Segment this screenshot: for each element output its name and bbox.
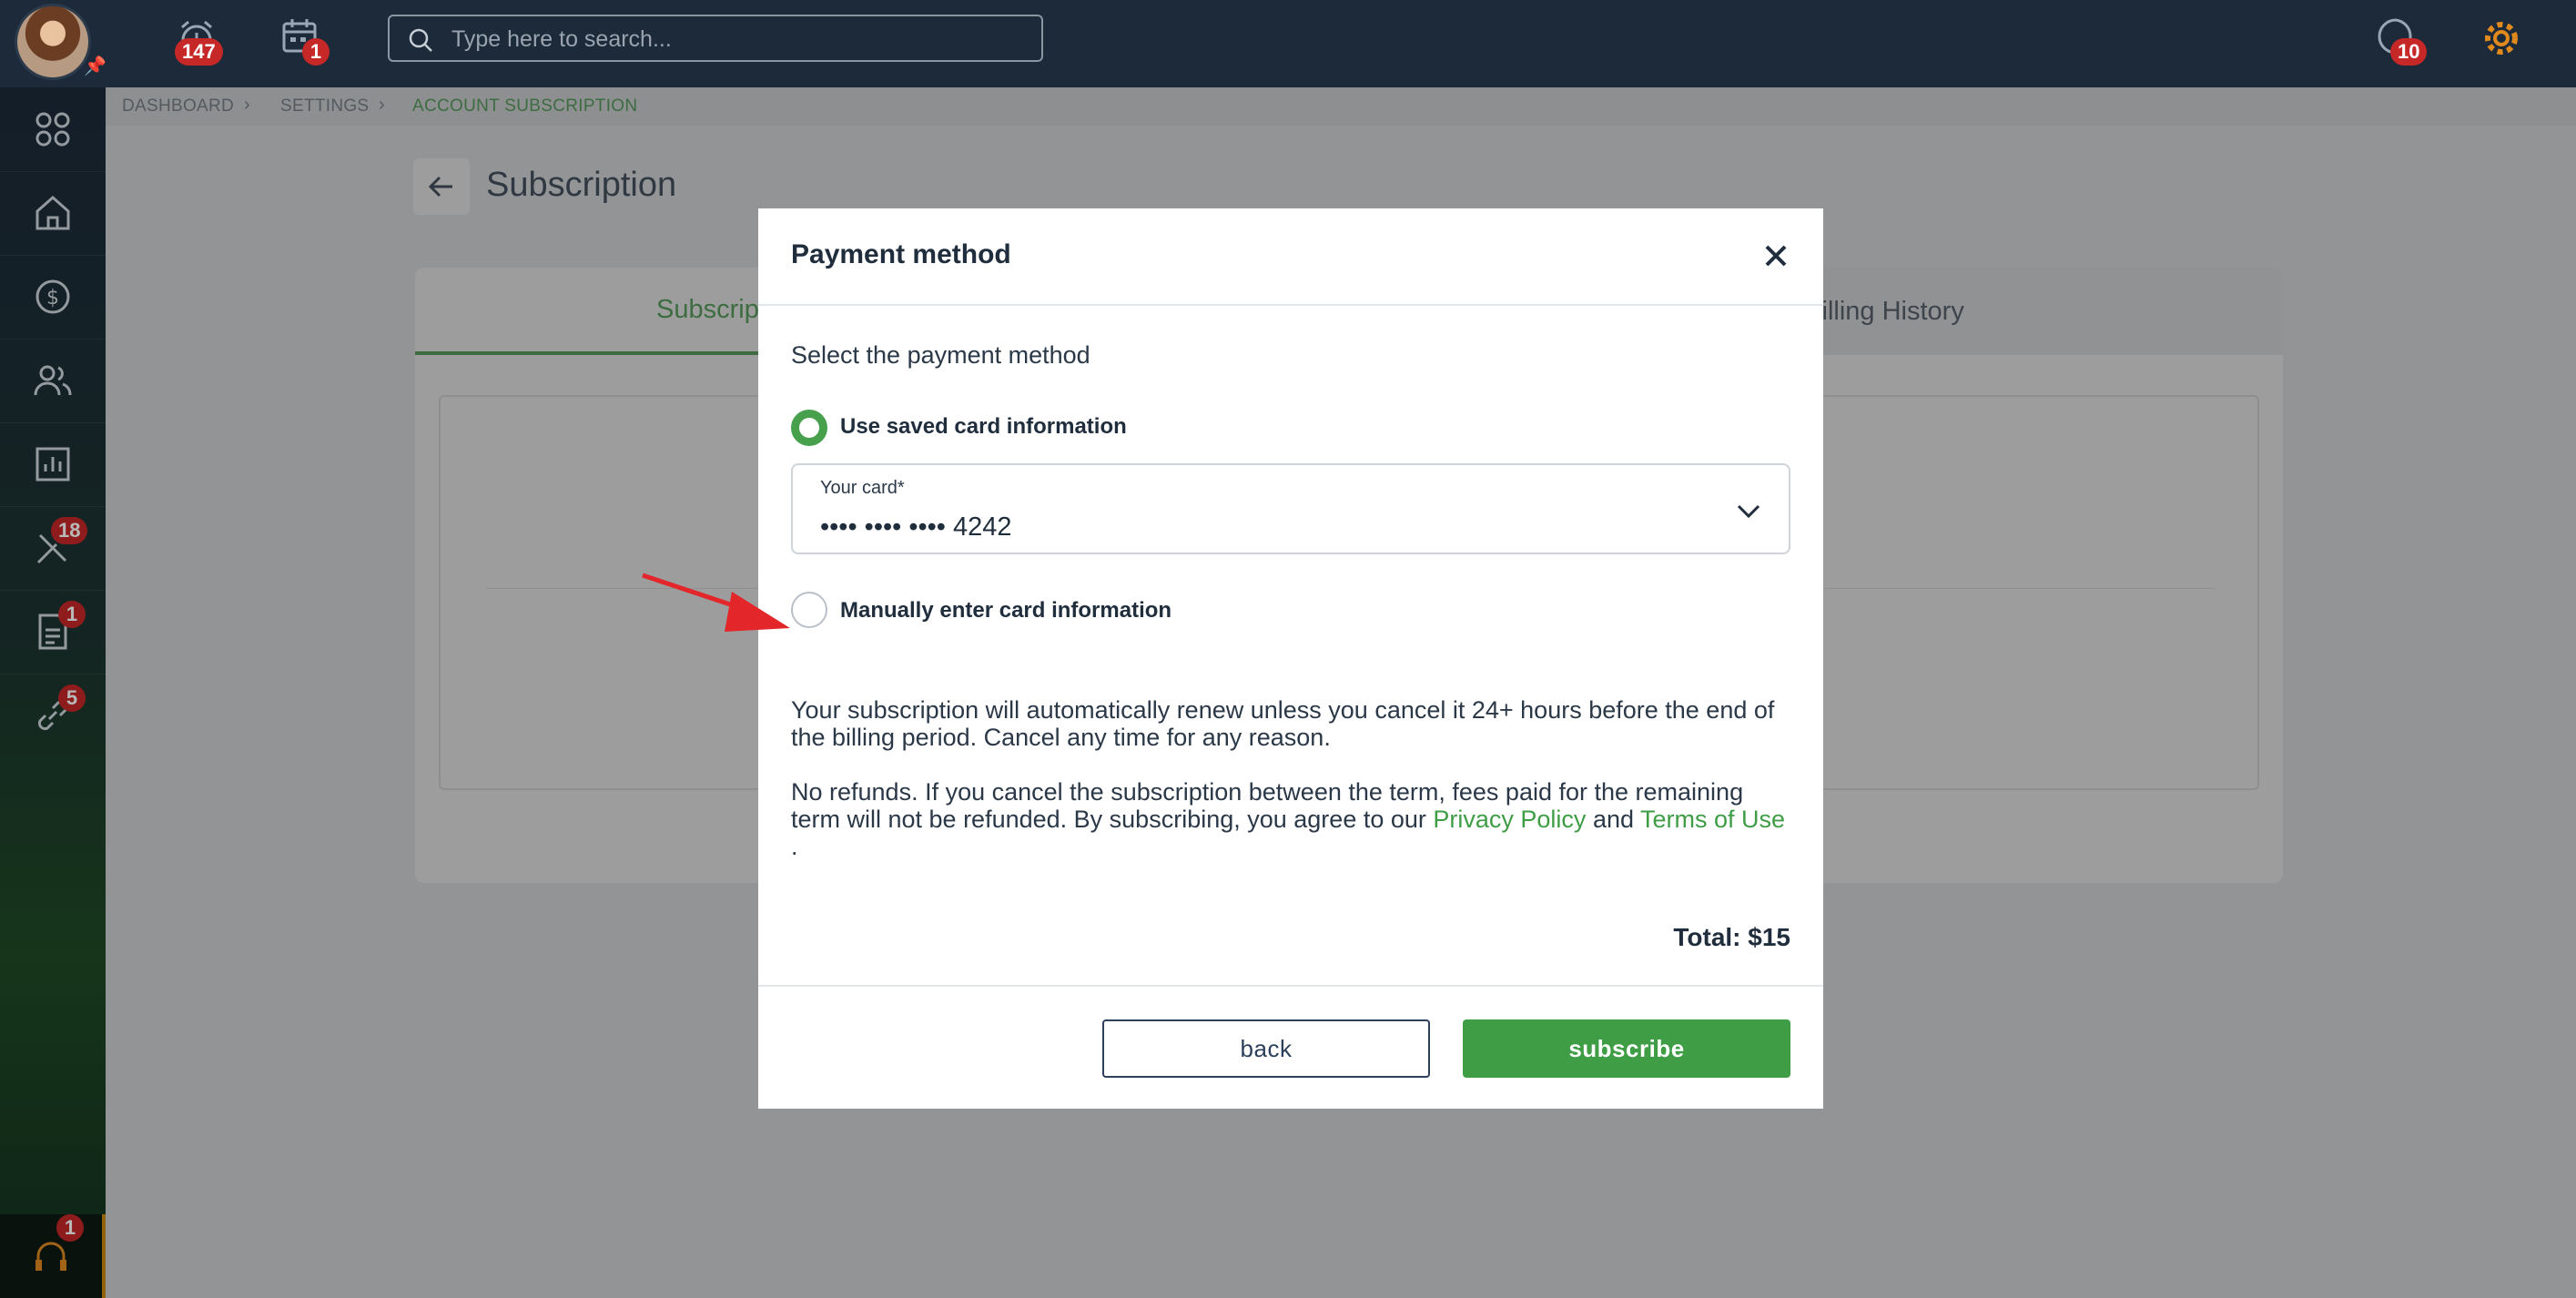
alarm-icon[interactable]: 147	[173, 15, 223, 66]
calendar-icon[interactable]: 1	[279, 15, 330, 66]
settings-gear-icon[interactable]	[2480, 16, 2527, 64]
renewal-notice: Your subscription will automatically ren…	[791, 696, 1775, 751]
sidebar-dim	[0, 87, 106, 1298]
chevron-down-icon	[1737, 504, 1760, 519]
payment-method-modal: Payment method Select the payment method…	[758, 208, 1823, 1109]
footer-divider	[758, 985, 1823, 987]
search-icon	[409, 28, 432, 52]
top-bar: 📌 147 1 10	[0, 0, 2576, 87]
period-text: .	[791, 833, 798, 860]
total-amount: Total: $15	[1673, 923, 1790, 951]
card-select-value: •••• •••• •••• 4242	[820, 512, 1012, 542]
card-select[interactable]: Your card* •••• •••• •••• 4242	[791, 463, 1790, 554]
close-icon	[1765, 245, 1787, 267]
user-avatar[interactable]	[15, 4, 91, 80]
select-payment-label: Select the payment method	[791, 341, 1090, 369]
modal-header: Payment method	[758, 208, 1823, 306]
support-chat-icon[interactable]: 10	[2372, 15, 2428, 66]
card-select-label: Your card*	[820, 478, 905, 498]
radio-saved-card-label[interactable]: Use saved card information	[840, 414, 1127, 440]
close-button[interactable]	[1754, 234, 1798, 278]
radio-manual-card-label[interactable]: Manually enter card information	[840, 598, 1171, 624]
calendar-badge: 1	[302, 38, 330, 66]
terms-of-use-link[interactable]: Terms of Use	[1640, 806, 1785, 833]
support-badge: 10	[2390, 38, 2428, 66]
pin-icon: 📌	[84, 56, 106, 76]
modal-title: Payment method	[791, 239, 1011, 269]
and-text: and	[1592, 806, 1635, 833]
privacy-policy-link[interactable]: Privacy Policy	[1433, 806, 1586, 833]
refund-notice: No refunds. If you cancel the subscripti…	[791, 778, 1792, 860]
search-input[interactable]	[451, 24, 1016, 55]
search-box[interactable]	[388, 15, 1043, 62]
radio-saved-card[interactable]	[791, 410, 827, 446]
annotation-arrow-icon	[642, 573, 790, 632]
subscribe-button[interactable]: subscribe	[1463, 1019, 1790, 1078]
alarm-badge: 147	[175, 38, 223, 66]
back-button[interactable]: back	[1102, 1019, 1430, 1078]
